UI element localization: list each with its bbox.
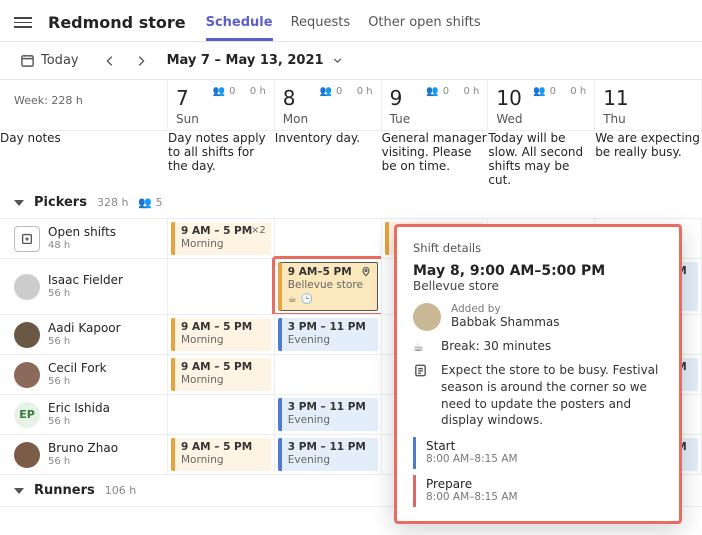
- next-week-button[interactable]: [128, 49, 155, 72]
- activity-item: Start 8:00 AM–8:15 AM: [413, 437, 663, 469]
- shift-details-popover: Shift details May 8, 9:00 AM–5:00 PM Bel…: [394, 224, 682, 524]
- open-shift-icon: [14, 226, 40, 252]
- day-note[interactable]: General manager visiting. Please be on t…: [382, 131, 489, 187]
- arrow-left-icon: [103, 53, 118, 68]
- avatar: [413, 303, 441, 331]
- row-open-shifts[interactable]: Open shifts48 h: [0, 219, 168, 259]
- break-text: Break: 30 minutes: [441, 339, 551, 353]
- avatar: [14, 362, 40, 388]
- clock-icon: 🕒: [301, 294, 313, 307]
- avatar: [14, 274, 40, 300]
- day-note[interactable]: Day notes apply to all shifts for the da…: [168, 131, 275, 187]
- row-person[interactable]: EP Eric Ishida56 h: [0, 395, 168, 435]
- empty-cell[interactable]: [275, 355, 382, 395]
- people-icon: 👥: [426, 86, 438, 97]
- row-person[interactable]: Aadi Kapoor56 h: [0, 315, 168, 355]
- day-header-sun[interactable]: 7 Sun 👥0 0 h: [168, 80, 275, 131]
- group-header-pickers[interactable]: Pickers 328 h 👥 5: [0, 187, 702, 219]
- arrow-right-icon: [134, 53, 149, 68]
- day-note[interactable]: We are expecting be really busy.: [595, 131, 702, 187]
- row-person[interactable]: Cecil Fork56 h: [0, 355, 168, 395]
- tab-schedule[interactable]: Schedule: [206, 5, 273, 41]
- avatar: [14, 442, 40, 468]
- avatar: EP: [14, 402, 40, 428]
- shift-card[interactable]: 9 AM – 5 PMMorning: [171, 358, 271, 391]
- empty-cell[interactable]: [168, 259, 275, 315]
- added-by-label: Added by: [451, 303, 560, 315]
- row-person[interactable]: Isaac Fielder56 h: [0, 259, 168, 315]
- added-by-name: Babbak Shammas: [451, 315, 560, 329]
- store-title: Redmond store: [48, 13, 186, 32]
- tab-requests[interactable]: Requests: [291, 5, 351, 41]
- tab-other-open-shifts[interactable]: Other open shifts: [368, 5, 480, 41]
- empty-cell[interactable]: [275, 219, 382, 259]
- empty-cell[interactable]: [168, 395, 275, 435]
- coffee-icon: ☕: [413, 340, 431, 354]
- coffee-icon: ☕: [288, 294, 297, 307]
- prev-week-button[interactable]: [97, 49, 124, 72]
- hamburger-menu[interactable]: [14, 17, 32, 28]
- today-label: Today: [41, 53, 79, 68]
- day-header-mon[interactable]: 8 Mon 👥0 0 h: [275, 80, 382, 131]
- people-icon: 👥: [320, 86, 332, 97]
- day-header-tue[interactable]: 9 Tue 👥0 0 h: [382, 80, 489, 131]
- shift-card[interactable]: 9 AM – 5 PMMorning: [171, 438, 271, 471]
- day-header-thu[interactable]: 11 Thu: [595, 80, 702, 131]
- week-hours-label: Week: 228 h: [0, 80, 168, 131]
- shift-card[interactable]: 3 PM – 11 PMEvening: [278, 398, 378, 431]
- chevron-down-icon: [330, 53, 345, 68]
- activity-item: Prepare 8:00 AM–8:15 AM: [413, 475, 663, 507]
- avatar: [14, 322, 40, 348]
- shift-card[interactable]: 9 AM – 5 PMMorning: [171, 318, 271, 351]
- shift-card[interactable]: 9 AM – 5 PMMorning×2: [171, 222, 271, 255]
- chevron-down-icon: [14, 200, 24, 206]
- today-button[interactable]: Today: [14, 49, 85, 72]
- day-note[interactable]: Today will be slow. All second shifts ma…: [488, 131, 595, 187]
- date-range-label: May 7 – May 13, 2021: [167, 53, 324, 68]
- date-range-picker[interactable]: May 7 – May 13, 2021: [167, 53, 345, 68]
- popover-subtitle: Bellevue store: [413, 279, 663, 293]
- people-icon: 👥: [213, 86, 225, 97]
- shift-card[interactable]: 3 PM – 11 PMEvening: [278, 438, 378, 471]
- people-icon: 👥: [138, 196, 152, 209]
- chevron-down-icon: [14, 488, 24, 494]
- note-icon: [413, 363, 431, 381]
- day-header-wed[interactable]: 10 Wed 👥0 0 h: [488, 80, 595, 131]
- shift-card[interactable]: 3 PM – 11 PMEvening: [278, 318, 378, 351]
- people-icon: 👥: [533, 86, 545, 97]
- day-notes-label: Day notes: [0, 131, 168, 187]
- calendar-icon: [20, 53, 35, 68]
- shift-card-selected[interactable]: 9 AM–5 PM Bellevue store ☕ 🕒: [278, 262, 378, 311]
- popover-title: May 8, 9:00 AM–5:00 PM: [413, 263, 663, 279]
- day-note[interactable]: Inventory day.: [275, 131, 382, 187]
- row-person[interactable]: Bruno Zhao56 h: [0, 435, 168, 475]
- location-pin-icon: [360, 266, 372, 283]
- note-text: Expect the store to be busy. Festival se…: [441, 362, 663, 429]
- popover-header: Shift details: [413, 241, 663, 255]
